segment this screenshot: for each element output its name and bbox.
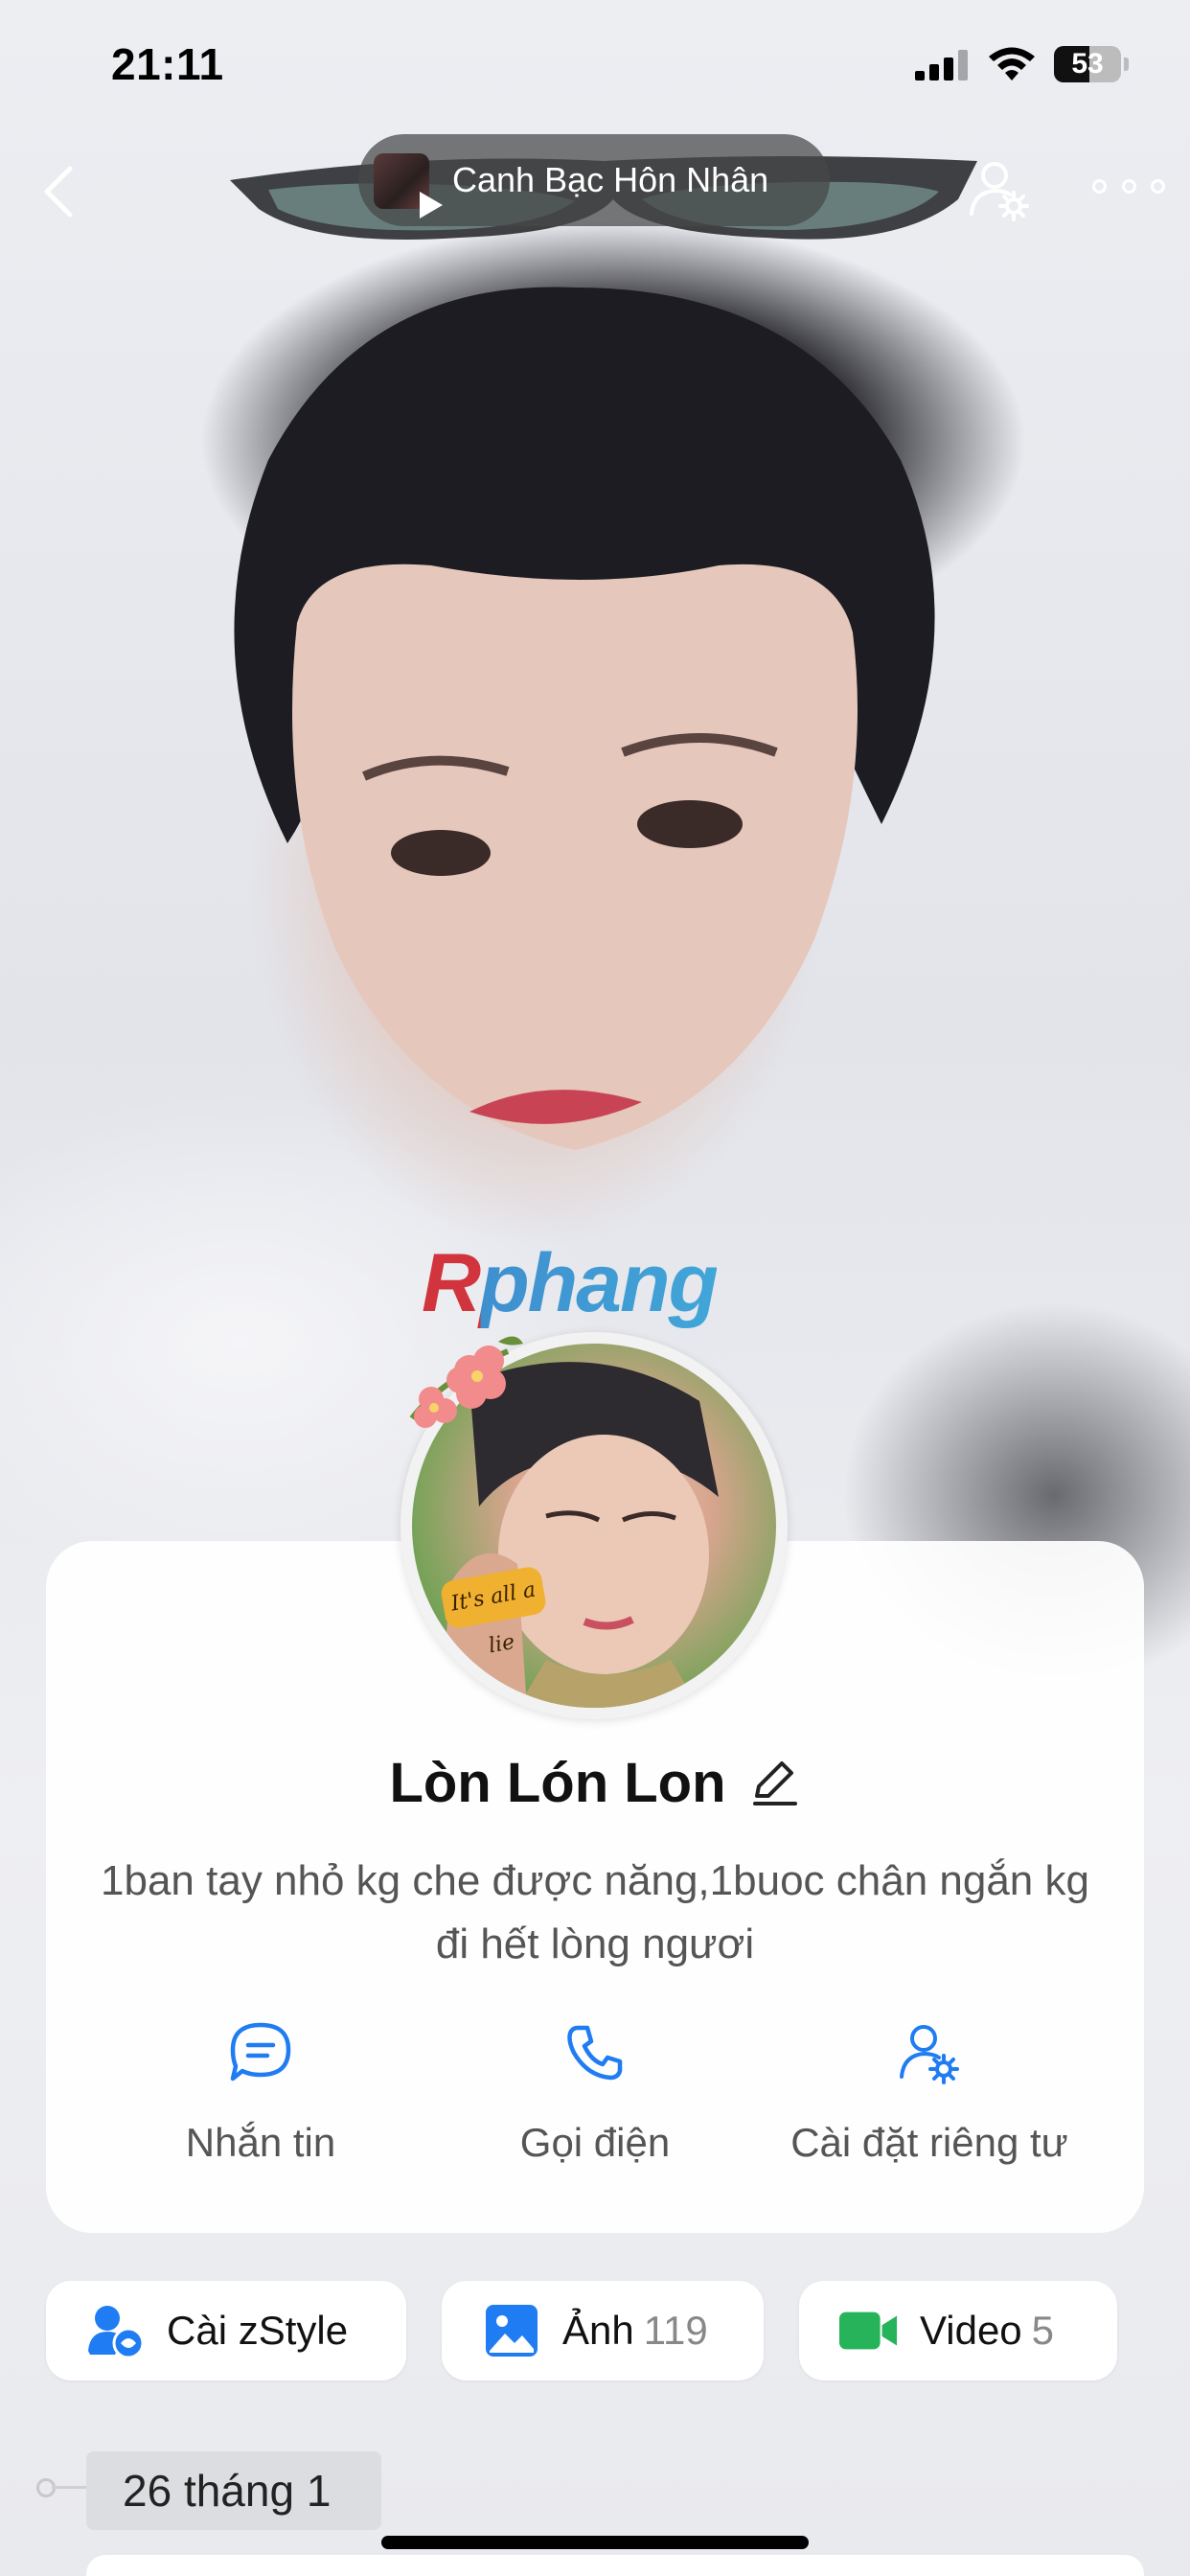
profile-name: Lòn Lón Lon bbox=[389, 1751, 726, 1814]
battery-percent: 53 bbox=[1071, 48, 1104, 80]
privacy-settings-icon bbox=[900, 2025, 959, 2084]
videos-count: 5 bbox=[1031, 2308, 1055, 2353]
home-indicator[interactable] bbox=[381, 2536, 809, 2549]
status-time: 21:11 bbox=[111, 39, 224, 89]
message-icon bbox=[230, 2022, 291, 2082]
profile-screen: Rphang 21:11 53 Canh Bạc Hôn Nhân It's a… bbox=[0, 0, 1190, 2576]
zstyle-label: Cài zStyle bbox=[167, 2308, 349, 2353]
profile-music-player[interactable]: Canh Bạc Hôn Nhân bbox=[358, 134, 830, 226]
timeline-date: 26 tháng 1 bbox=[86, 2451, 381, 2530]
pencil-icon bbox=[752, 1761, 797, 1806]
call-label: Gọi điện bbox=[519, 2120, 671, 2165]
more-options-icon[interactable] bbox=[1092, 163, 1165, 209]
cover-face-illustration bbox=[292, 564, 858, 1150]
privacy-settings-action[interactable]: Cài đặt riêng tư bbox=[767, 2012, 1092, 2185]
profile-bio: 1ban tay nhỏ kg che được năng,1buoc chân… bbox=[101, 1857, 1089, 1967]
photo-icon bbox=[486, 2305, 538, 2357]
name-row: Lòn Lón Lon bbox=[46, 1744, 1144, 1821]
chevron-left-icon bbox=[44, 166, 73, 218]
privacy-settings-label: Cài đặt riêng tư bbox=[790, 2120, 1068, 2165]
message-action[interactable]: Nhắn tin bbox=[98, 2012, 423, 2185]
zstyle-button[interactable]: Cài zStyle bbox=[46, 2281, 406, 2380]
timeline-post-card[interactable] bbox=[86, 2555, 1144, 2576]
photos-label: Ảnh bbox=[562, 2308, 634, 2353]
phone-icon bbox=[567, 2025, 623, 2081]
dot bbox=[1151, 178, 1165, 194]
wifi-icon bbox=[989, 47, 1035, 80]
photos-count: 119 bbox=[643, 2308, 708, 2353]
dot bbox=[1121, 178, 1136, 194]
call-action[interactable]: Gọi điện bbox=[432, 2012, 758, 2185]
zstyle-icon bbox=[88, 2306, 145, 2359]
photos-button[interactable]: Ảnh 119 bbox=[442, 2281, 764, 2380]
video-icon bbox=[839, 2312, 898, 2350]
status-bar: 21:11 53 bbox=[0, 0, 1190, 125]
play-icon[interactable] bbox=[416, 190, 445, 220]
edit-name-button[interactable] bbox=[747, 1756, 801, 1809]
back-button[interactable] bbox=[29, 153, 86, 230]
videos-button[interactable]: Video 5 bbox=[799, 2281, 1117, 2380]
music-title: Canh Bạc Hôn Nhân bbox=[452, 160, 769, 199]
videos-label: Video bbox=[920, 2308, 1022, 2353]
battery-cap bbox=[1124, 58, 1129, 71]
timeline-connector bbox=[52, 2486, 86, 2489]
battery-icon: 53 bbox=[1054, 46, 1121, 82]
message-label: Nhắn tin bbox=[185, 2120, 336, 2165]
flower-frame-icon bbox=[409, 1336, 523, 1428]
user-settings-icon[interactable] bbox=[968, 158, 1031, 221]
dot bbox=[1092, 178, 1107, 194]
cover-watermark: Rphang bbox=[422, 1237, 719, 1329]
cellular-signal-icon bbox=[915, 50, 968, 80]
